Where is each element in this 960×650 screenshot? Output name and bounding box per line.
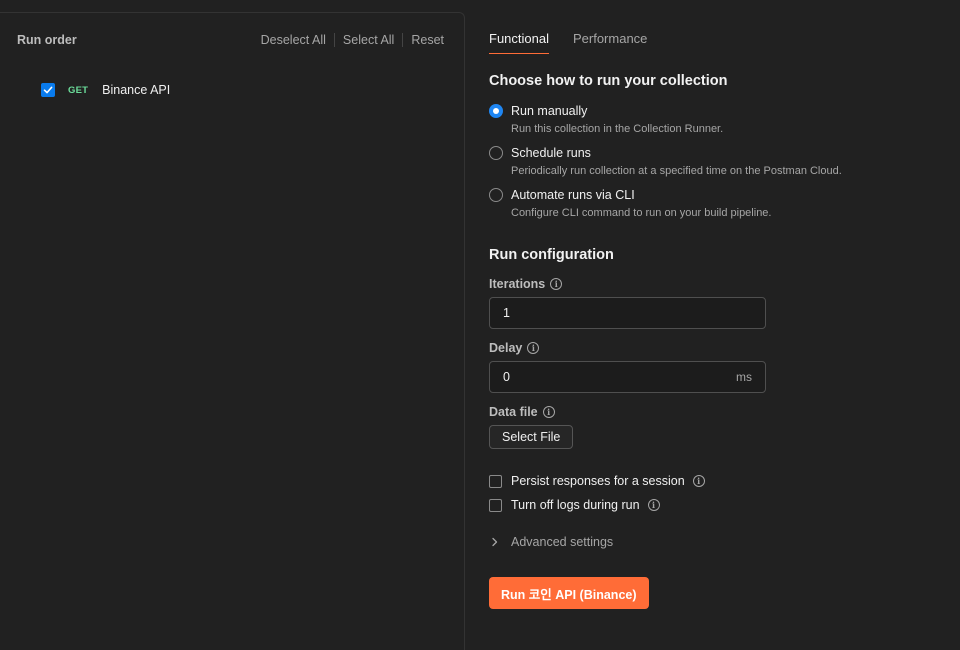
run-manually-radio[interactable]	[489, 104, 503, 118]
iterations-label-text: Iterations	[489, 277, 546, 291]
how-to-run-title: Choose how to run your collection	[489, 73, 728, 89]
run-order-actions: Deselect All Select All Reset	[261, 33, 444, 47]
tab-performance[interactable]: Performance	[573, 31, 647, 54]
run-configuration-title: Run configuration	[489, 247, 614, 263]
advanced-settings-label: Advanced settings	[511, 535, 614, 549]
persist-responses-option[interactable]: Persist responses for a session i	[489, 473, 705, 489]
run-manually-option[interactable]: Run manually Run this collection in the …	[489, 103, 723, 135]
delay-input[interactable]: 0 ms	[489, 361, 766, 393]
request-row-binance-api[interactable]: GET Binance API	[41, 82, 170, 98]
turn-off-logs-option[interactable]: Turn off logs during run i	[489, 497, 660, 513]
info-icon[interactable]: i	[692, 475, 705, 487]
schedule-runs-label: Schedule runs	[511, 146, 591, 160]
select-all-button[interactable]: Select All	[343, 33, 394, 47]
request-name: Binance API	[102, 83, 171, 97]
advanced-settings-toggle[interactable]: Advanced settings	[491, 535, 613, 549]
info-icon[interactable]: i	[527, 342, 540, 354]
delay-value: 0	[503, 370, 510, 384]
run-order-title: Run order	[17, 33, 77, 47]
select-file-button[interactable]: Select File	[489, 425, 574, 449]
delay-unit: ms	[736, 370, 752, 384]
request-checkbox[interactable]	[41, 83, 55, 97]
iterations-value: 1	[503, 306, 510, 320]
automate-cli-label: Automate runs via CLI	[511, 188, 635, 202]
persist-responses-checkbox[interactable]	[489, 474, 502, 488]
divider	[333, 33, 335, 47]
run-order-panel: Run order Deselect All Select All Reset …	[0, 12, 465, 650]
info-icon[interactable]: i	[542, 406, 555, 418]
tab-functional[interactable]: Functional	[489, 31, 549, 54]
schedule-runs-option[interactable]: Schedule runs Periodically run collectio…	[489, 145, 842, 177]
schedule-runs-desc: Periodically run collection at a specifi…	[511, 165, 842, 177]
automate-cli-option[interactable]: Automate runs via CLI Configure CLI comm…	[489, 187, 771, 219]
turn-off-logs-checkbox[interactable]	[489, 498, 502, 512]
automate-cli-desc: Configure CLI command to run on your bui…	[511, 207, 772, 219]
iterations-label: Iterations i	[489, 277, 563, 291]
data-file-label: Data file i	[489, 405, 555, 419]
info-icon[interactable]: i	[647, 499, 660, 511]
delay-label: Delay i	[489, 341, 540, 355]
run-order-header: Run order Deselect All Select All Reset	[17, 31, 444, 49]
check-icon	[43, 86, 53, 94]
info-icon[interactable]: i	[550, 278, 563, 290]
automate-cli-radio[interactable]	[489, 188, 503, 202]
run-manually-label: Run manually	[511, 104, 588, 118]
schedule-runs-radio[interactable]	[489, 146, 503, 160]
runner-tabs: Functional Performance	[489, 31, 671, 54]
chevron-right-icon	[492, 537, 498, 547]
run-manually-desc: Run this collection in the Collection Ru…	[511, 123, 724, 135]
delay-label-text: Delay	[489, 341, 523, 355]
reset-button[interactable]: Reset	[411, 33, 444, 47]
deselect-all-button[interactable]: Deselect All	[261, 33, 326, 47]
method-badge: GET	[68, 84, 89, 96]
turn-off-logs-label: Turn off logs during run	[511, 498, 640, 512]
collection-runner: Run order Deselect All Select All Reset …	[0, 0, 960, 650]
divider	[402, 33, 404, 47]
run-collection-button[interactable]: Run 코인 API (Binance)	[489, 577, 649, 609]
data-file-label-text: Data file	[489, 405, 538, 419]
persist-responses-label: Persist responses for a session	[511, 474, 685, 488]
iterations-input[interactable]: 1	[489, 297, 766, 329]
